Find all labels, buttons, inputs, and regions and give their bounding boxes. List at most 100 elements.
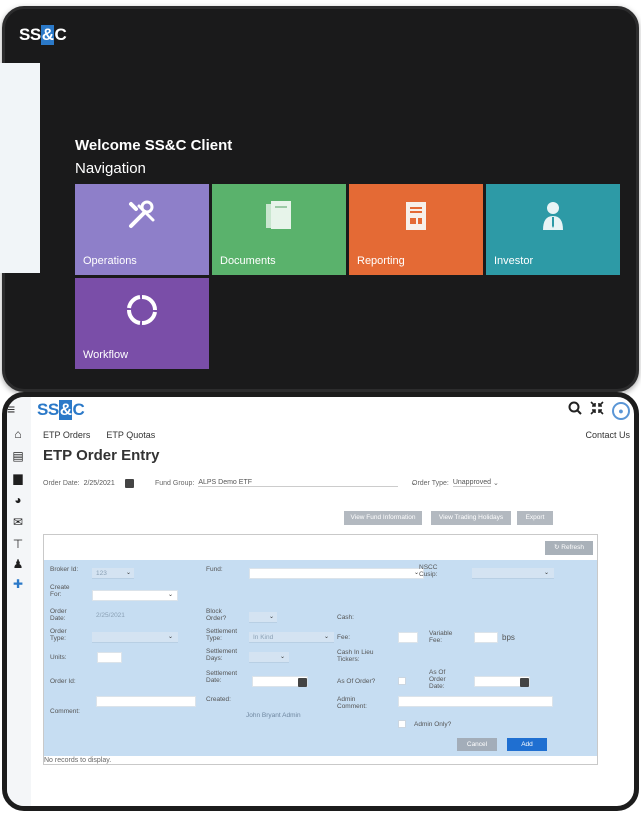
fund-group-select[interactable]: ALPS Demo ETF — [198, 479, 399, 487]
tile-label: Operations — [83, 255, 137, 267]
admin-only-checkbox[interactable] — [398, 720, 406, 728]
background-panel — [0, 63, 40, 273]
settlement-days-label: Settlement Days: — [206, 648, 238, 662]
order-date-label: Order Date: — [43, 480, 80, 487]
fee-input[interactable] — [398, 632, 418, 643]
variable-fee-input[interactable] — [474, 632, 498, 643]
order-type-label: Order Type: — [412, 479, 449, 487]
fee-label: Fee: — [337, 634, 351, 641]
calendar-picker-icon[interactable] — [520, 678, 529, 687]
admin-comment-input[interactable] — [398, 696, 553, 707]
settlement-type-value: In Kind — [253, 634, 274, 641]
paint-roller-icon[interactable]: ⊤ — [11, 537, 25, 551]
user-icon[interactable]: ♟ — [11, 557, 25, 571]
create-for-select[interactable] — [92, 590, 178, 601]
welcome-heading: Welcome SS&C Client — [75, 137, 233, 154]
order-type-group: Order Type: Unapproved ⌄ — [412, 479, 499, 487]
investor-icon — [536, 198, 570, 239]
documents-icon — [262, 198, 296, 239]
chevron-down-icon: ⌄ — [492, 480, 499, 487]
tools-icon — [125, 198, 159, 237]
tile-label: Reporting — [357, 255, 405, 267]
comment-input[interactable] — [96, 696, 196, 707]
fund-select[interactable] — [249, 568, 424, 579]
order-type-select[interactable]: Unapproved — [452, 479, 491, 487]
order-date-value[interactable]: 2/25/2021 — [84, 480, 115, 487]
tile-reporting[interactable]: Reporting — [349, 184, 483, 275]
order-entry-form: Broker Id: 123 ⌄ Fund: ⌄ NSCC Cusip: ⌄ C… — [44, 560, 597, 756]
search-icon[interactable] — [568, 401, 582, 420]
welcome-screen: SS&C Welcome SS&C Client Navigation Oper… — [0, 6, 639, 392]
document-icon[interactable]: ▆ — [11, 471, 25, 485]
order-date-form-label: Order Date: — [50, 608, 67, 622]
tile-operations[interactable]: Operations — [75, 184, 209, 275]
plus-icon[interactable]: ✚ — [11, 577, 25, 591]
broker-id-value: 123 — [96, 570, 107, 577]
nscc-cusip-select[interactable] — [472, 568, 554, 579]
header-actions: ● — [568, 401, 630, 420]
chevron-down-icon: ⌄ — [280, 654, 286, 660]
ssc-logo[interactable]: SS&C — [37, 400, 85, 420]
collapse-icon[interactable] — [590, 401, 604, 420]
etp-order-entry-screen: ≡ ⌂ ▤ ▆ ◕ ✉ ⊤ ♟ ✚ SS&C ● ETP Orders ETP … — [2, 392, 639, 811]
created-by-value: John Bryant Admin — [246, 712, 301, 719]
created-label: Created: — [206, 696, 231, 703]
calendar-picker-icon[interactable] — [298, 678, 307, 687]
contact-us-link[interactable]: Contact Us — [585, 430, 630, 440]
tab-bar: ETP Orders ETP Quotas — [43, 430, 155, 440]
tile-investor[interactable]: Investor — [486, 184, 620, 275]
cash-label: Cash: — [337, 614, 354, 621]
as-of-order-label: As Of Order? — [337, 678, 376, 685]
cash-in-lieu-tickers-label: Cash In Lieu Tickers: — [337, 649, 374, 663]
units-label: Units: — [50, 654, 67, 661]
mail-icon[interactable]: ✉ — [11, 515, 25, 529]
admin-comment-label: Admin Comment: — [337, 696, 367, 710]
comment-label: Comment: — [50, 708, 80, 715]
admin-only-label: Admin Only? — [414, 721, 452, 728]
workflow-icon — [124, 292, 160, 333]
navigation-heading: Navigation — [75, 160, 146, 177]
bps-label: bps — [502, 633, 515, 642]
tile-label: Workflow — [83, 349, 129, 361]
tab-etp-orders[interactable]: ETP Orders — [43, 430, 90, 440]
fund-group-group: Fund Group: ALPS Demo ETF ⌄ — [155, 479, 416, 487]
as-of-order-checkbox[interactable] — [398, 677, 406, 685]
page-title: ETP Order Entry — [43, 447, 160, 464]
tile-documents[interactable]: Documents — [212, 184, 346, 275]
tab-etp-quotas[interactable]: ETP Quotas — [106, 430, 155, 440]
user-profile-icon[interactable]: ● — [612, 401, 630, 420]
menu-icon[interactable]: ≡ — [7, 401, 15, 417]
chevron-down-icon: ⌄ — [324, 634, 330, 640]
cancel-button[interactable]: Cancel — [457, 738, 497, 751]
order-id-label: Order Id: — [50, 678, 76, 685]
chevron-down-icon: ⌄ — [168, 634, 174, 640]
calendar-icon[interactable]: ▤ — [11, 449, 25, 463]
order-date-form-value: 2/25/2021 — [96, 612, 125, 619]
export-button[interactable]: Export — [517, 511, 553, 525]
add-button[interactable]: Add — [507, 738, 547, 751]
chevron-down-icon: ⌄ — [168, 592, 174, 598]
tile-label: Investor — [494, 255, 534, 267]
order-type-form-label: Order Type: — [50, 628, 67, 642]
order-type-form-select[interactable] — [92, 632, 178, 643]
fund-label: Fund: — [206, 566, 223, 573]
fund-group-label: Fund Group: — [155, 479, 195, 487]
view-trading-holidays-button[interactable]: View Trading Holidays — [431, 511, 511, 525]
chevron-down-icon: ⌄ — [544, 570, 550, 576]
chevron-down-icon: ⌄ — [269, 614, 275, 620]
calendar-picker-icon[interactable] — [124, 479, 134, 488]
chart-pie-icon[interactable]: ◕ — [11, 493, 25, 507]
as-of-order-date-label: As Of Order Date: — [429, 669, 446, 690]
view-fund-information-button[interactable]: View Fund Information — [344, 511, 422, 525]
units-input[interactable] — [97, 652, 122, 663]
report-icon — [399, 198, 433, 239]
settlement-type-label: Settlement Type: — [206, 628, 238, 642]
block-order-label: Block Order? — [206, 608, 227, 622]
home-icon[interactable]: ⌂ — [11, 427, 25, 441]
tile-workflow[interactable]: Workflow — [75, 278, 209, 369]
broker-id-label: Broker Id: — [50, 566, 79, 573]
variable-fee-label: Variable Fee: — [429, 630, 453, 644]
chevron-down-icon: ⌄ — [126, 570, 132, 576]
refresh-button[interactable]: ↻ Refresh — [545, 541, 593, 555]
ssc-logo[interactable]: SS&C — [19, 25, 67, 45]
